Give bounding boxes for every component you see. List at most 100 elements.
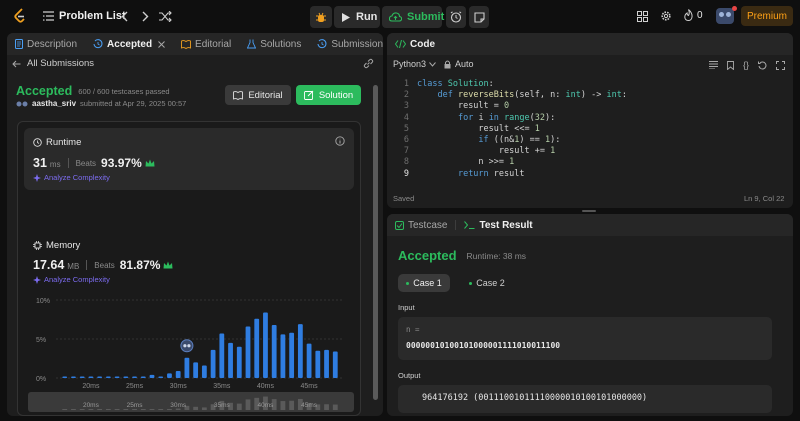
case-2-tab[interactable]: Case 2 — [461, 274, 513, 292]
tab-solutions[interactable]: Solutions — [247, 39, 301, 50]
distribution-bar[interactable] — [271, 324, 277, 378]
distribution-bar[interactable] — [219, 333, 225, 378]
analyze-complexity-runtime[interactable]: Analyze Complexity — [33, 173, 110, 182]
all-submissions-link[interactable]: All Submissions — [12, 58, 94, 69]
info-icon[interactable] — [335, 136, 345, 146]
overview-bar — [236, 403, 242, 410]
note-button[interactable] — [469, 6, 489, 28]
debug-button[interactable] — [310, 6, 332, 28]
distribution-bar[interactable] — [158, 376, 164, 378]
overview-bar — [289, 400, 295, 410]
reset-icon[interactable] — [758, 60, 767, 70]
expand-icon[interactable] — [776, 60, 786, 70]
analyze-complexity-memory[interactable]: Analyze Complexity — [33, 275, 110, 284]
distribution-bar[interactable] — [97, 376, 103, 378]
code-line[interactable]: 1 class Solution: — [387, 79, 793, 90]
distribution-bar[interactable] — [315, 350, 321, 378]
distribution-bar[interactable] — [71, 376, 76, 378]
problem-list-link[interactable]: Problem List — [59, 10, 126, 22]
distribution-bar[interactable] — [193, 362, 199, 378]
distribution-bar[interactable] — [167, 373, 172, 378]
distribution-bar[interactable] — [132, 376, 137, 378]
run-button[interactable]: Run — [334, 6, 380, 28]
distribution-bar[interactable] — [324, 349, 329, 378]
submission-status: Accepted — [16, 84, 73, 98]
runtime-card[interactable]: Runtime 31 ms Beats 93.97% Analyze Compl… — [24, 128, 354, 190]
premium-button[interactable]: Premium — [741, 6, 793, 26]
list-icon[interactable] — [42, 10, 54, 22]
distribution-bar[interactable] — [254, 318, 260, 378]
distribution-bar[interactable] — [280, 334, 286, 378]
code-line[interactable]: 9 return result — [387, 169, 793, 180]
leetcode-logo-icon[interactable] — [12, 7, 28, 25]
distribution-bar[interactable] — [62, 376, 68, 378]
tab-testcase[interactable]: Testcase — [395, 220, 447, 231]
shuffle-icon[interactable] — [158, 9, 172, 23]
distribution-bar[interactable] — [149, 374, 155, 378]
distribution-bar[interactable] — [88, 376, 94, 378]
distribution-bar[interactable] — [289, 332, 295, 378]
code-line[interactable]: 8 n >>= 1 — [387, 157, 793, 168]
code-editor[interactable]: 1 class Solution: 2 def reverseBits(self, … — [387, 79, 793, 180]
line-number: 5 — [403, 123, 409, 134]
bookmark-icon[interactable] — [727, 60, 734, 70]
distribution-bar[interactable] — [228, 342, 233, 378]
distribution-bar[interactable] — [297, 324, 303, 378]
tab-description[interactable]: Description — [15, 39, 77, 50]
auto-mode-toggle[interactable]: Auto — [444, 59, 474, 69]
distribution-bar[interactable] — [236, 346, 242, 378]
distribution-bar[interactable] — [245, 326, 251, 378]
case-1-tab[interactable]: Case 1 — [398, 274, 450, 292]
language-select[interactable]: Python3 — [393, 59, 436, 69]
distribution-bar[interactable] — [140, 376, 146, 378]
distribution-bar[interactable] — [184, 357, 190, 378]
memory-header[interactable]: Memory — [33, 240, 80, 251]
output-label: Output — [398, 371, 421, 380]
tab-editorial[interactable]: Editorial — [181, 39, 231, 50]
tab-accepted[interactable]: Accepted — [93, 39, 165, 50]
submit-button[interactable]: Submit — [382, 6, 444, 28]
distribution-bar[interactable] — [332, 351, 338, 378]
left-scrollbar[interactable] — [373, 85, 378, 400]
chevron-left-icon[interactable] — [118, 9, 130, 23]
code-line[interactable]: 6 if ((n&1) == 1): — [387, 135, 793, 146]
distribution-bar[interactable] — [201, 365, 207, 378]
distribution-bar[interactable] — [123, 376, 129, 378]
code-line[interactable]: 7 result += 1 — [387, 146, 793, 157]
grid-layout-icon[interactable] — [636, 10, 648, 22]
code-line[interactable]: 2 def reverseBits(self, n: int) -> int: — [387, 90, 793, 101]
cloud-upload-icon — [389, 12, 402, 22]
timer-button[interactable] — [446, 6, 466, 28]
gear-icon[interactable] — [660, 10, 672, 22]
code-line[interactable]: 3 result = 0 — [387, 101, 793, 112]
braces-icon[interactable]: {} — [743, 60, 749, 70]
distribution-bar[interactable] — [210, 349, 216, 378]
crown-icon — [145, 159, 155, 167]
distribution-bar[interactable] — [105, 376, 111, 378]
tab-code[interactable]: Code — [395, 39, 435, 50]
overview-bar — [158, 409, 164, 410]
code-icon — [395, 40, 406, 48]
history-icon — [93, 39, 103, 49]
x-tick-label: 20ms — [82, 383, 100, 390]
chevron-right-icon[interactable] — [139, 9, 151, 23]
runtime-distribution-chart[interactable]: 10% 5% 0% 20ms 25ms 30ms 35ms 40ms 45ms 20ms 25ms 3… — [26, 294, 356, 414]
link-icon[interactable] — [363, 58, 374, 69]
avatar[interactable] — [716, 6, 737, 24]
tab-submissions[interactable]: Submissions — [317, 39, 383, 50]
tab-test-result[interactable]: Test Result — [464, 220, 533, 231]
streak-counter[interactable]: 0 — [684, 9, 703, 21]
distribution-bar[interactable] — [263, 312, 268, 378]
distribution-bar[interactable] — [79, 376, 85, 378]
username-link[interactable]: aastha_sriv — [32, 99, 76, 108]
horizontal-splitter[interactable] — [582, 210, 596, 212]
close-icon[interactable] — [158, 40, 165, 48]
distribution-bar[interactable] — [114, 376, 120, 378]
distribution-bar[interactable] — [306, 343, 312, 378]
code-line[interactable]: 4 for i in range(32): — [387, 113, 793, 124]
editorial-button[interactable]: Editorial — [225, 85, 291, 105]
distribution-bar[interactable] — [175, 370, 181, 378]
format-icon[interactable] — [709, 61, 718, 69]
code-line[interactable]: 5 result <<= 1 — [387, 124, 793, 135]
solution-button[interactable]: Solution — [296, 85, 361, 105]
